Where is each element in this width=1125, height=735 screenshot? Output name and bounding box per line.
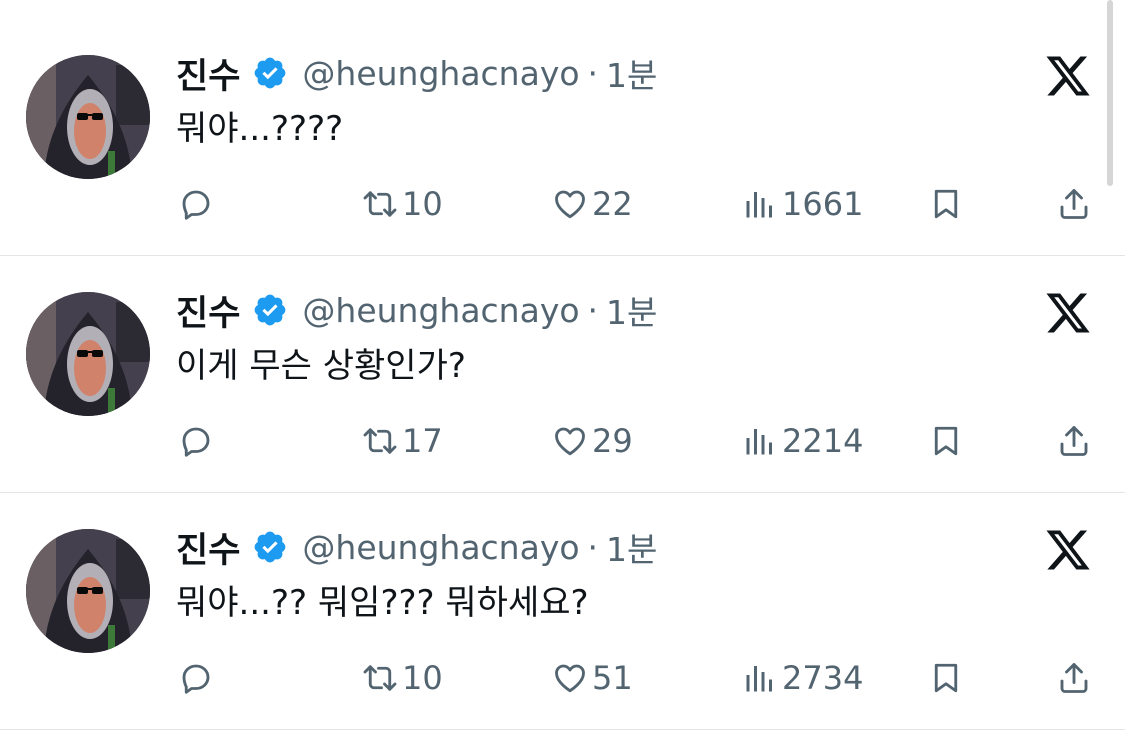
separator-dot: · bbox=[587, 290, 599, 330]
share-button[interactable] bbox=[1056, 419, 1092, 463]
reply-button[interactable] bbox=[178, 419, 214, 463]
divider bbox=[0, 255, 1125, 256]
like-button[interactable]: 29 bbox=[552, 419, 633, 463]
timestamp[interactable]: 1분 bbox=[606, 49, 657, 97]
like-count: 29 bbox=[592, 422, 633, 460]
bookmark-icon bbox=[934, 426, 958, 456]
views-bar-chart-icon bbox=[746, 666, 772, 692]
reply-button[interactable] bbox=[178, 182, 214, 226]
retweet-count: 10 bbox=[402, 659, 443, 697]
like-count: 22 bbox=[592, 185, 633, 223]
views-count: 2734 bbox=[782, 659, 864, 697]
share-button[interactable] bbox=[1056, 182, 1092, 226]
views-button[interactable]: 2214 bbox=[742, 419, 863, 463]
views-count: 1661 bbox=[782, 185, 864, 223]
share-button[interactable] bbox=[1056, 656, 1092, 700]
views-bar-chart-icon bbox=[746, 192, 772, 218]
share-icon bbox=[1060, 663, 1088, 693]
action-bar: 10 22 1661 bbox=[0, 182, 1125, 226]
views-count: 2214 bbox=[782, 422, 864, 460]
retweet-count: 17 bbox=[402, 422, 443, 460]
separator-dot: · bbox=[587, 53, 599, 93]
user-handle[interactable]: @heunghacnayo bbox=[302, 528, 579, 567]
tweet-header: 진수 @heunghacnayo · 1분 bbox=[176, 46, 657, 100]
tweet-header: 진수 @heunghacnayo · 1분 bbox=[176, 283, 657, 337]
timestamp[interactable]: 1분 bbox=[606, 286, 657, 334]
tweet-text: 뭐야...?? 뭐임??? 뭐하세요? bbox=[176, 583, 589, 623]
reply-button[interactable] bbox=[178, 656, 214, 700]
retweet-icon bbox=[363, 428, 397, 454]
tweet-text: 이게 무슨 상황인가? bbox=[176, 346, 466, 386]
divider bbox=[0, 729, 1125, 730]
display-name[interactable]: 진수 bbox=[176, 522, 240, 573]
x-logo-icon bbox=[1046, 530, 1090, 570]
timestamp[interactable]: 1분 bbox=[606, 523, 657, 571]
user-handle[interactable]: @heunghacnayo bbox=[302, 291, 579, 330]
heart-icon bbox=[555, 190, 585, 219]
views-button[interactable]: 2734 bbox=[742, 656, 863, 700]
x-logo-icon bbox=[1046, 293, 1090, 333]
verified-badge-icon bbox=[255, 531, 286, 563]
bookmark-button[interactable] bbox=[928, 182, 964, 226]
tweet-item[interactable]: 진수 @heunghacnayo · 1분 이게 무슨 상황인가? 17 29 … bbox=[0, 237, 1125, 474]
tweet-feed: 진수 @heunghacnayo · 1분 뭐야...???? 10 22 16… bbox=[0, 0, 1125, 735]
verified-badge-icon bbox=[255, 294, 286, 326]
avatar[interactable] bbox=[26, 55, 150, 179]
retweet-button[interactable]: 17 bbox=[362, 419, 443, 463]
like-button[interactable]: 22 bbox=[552, 182, 633, 226]
like-button[interactable]: 51 bbox=[552, 656, 633, 700]
bookmark-icon bbox=[934, 189, 958, 219]
user-handle[interactable]: @heunghacnayo bbox=[302, 54, 579, 93]
display-name[interactable]: 진수 bbox=[176, 285, 240, 336]
action-bar: 17 29 2214 bbox=[0, 419, 1125, 463]
separator-dot: · bbox=[587, 527, 599, 567]
x-logo-icon bbox=[1046, 56, 1090, 96]
views-bar-chart-icon bbox=[746, 429, 772, 455]
bookmark-icon bbox=[934, 663, 958, 693]
reply-icon bbox=[182, 190, 210, 220]
tweet-header: 진수 @heunghacnayo · 1분 bbox=[176, 520, 657, 574]
avatar[interactable] bbox=[26, 529, 150, 653]
share-icon bbox=[1060, 189, 1088, 219]
heart-icon bbox=[555, 427, 585, 456]
reply-icon bbox=[182, 427, 210, 457]
verified-badge-icon bbox=[255, 57, 286, 89]
retweet-icon bbox=[363, 665, 397, 691]
like-count: 51 bbox=[592, 659, 633, 697]
share-icon bbox=[1060, 426, 1088, 456]
scrollbar[interactable] bbox=[1107, 0, 1113, 186]
retweet-icon bbox=[363, 191, 397, 217]
retweet-count: 10 bbox=[402, 185, 443, 223]
tweet-text: 뭐야...???? bbox=[176, 109, 344, 149]
retweet-button[interactable]: 10 bbox=[362, 182, 443, 226]
bookmark-button[interactable] bbox=[928, 419, 964, 463]
retweet-button[interactable]: 10 bbox=[362, 656, 443, 700]
tweet-item[interactable]: 진수 @heunghacnayo · 1분 뭐야...???? 10 22 16… bbox=[0, 0, 1125, 237]
reply-icon bbox=[182, 664, 210, 694]
views-button[interactable]: 1661 bbox=[742, 182, 863, 226]
display-name[interactable]: 진수 bbox=[176, 48, 240, 99]
avatar[interactable] bbox=[26, 292, 150, 416]
bookmark-button[interactable] bbox=[928, 656, 964, 700]
tweet-item[interactable]: 진수 @heunghacnayo · 1분 뭐야...?? 뭐임??? 뭐하세요… bbox=[0, 474, 1125, 711]
action-bar: 10 51 2734 bbox=[0, 656, 1125, 700]
heart-icon bbox=[555, 664, 585, 693]
divider bbox=[0, 492, 1125, 493]
